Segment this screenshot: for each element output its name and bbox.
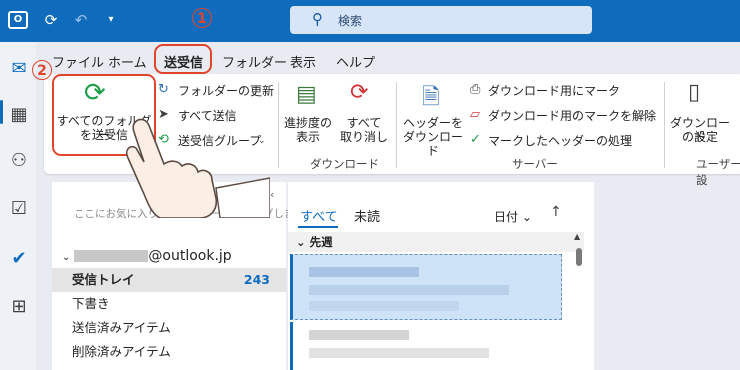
chevron-down-icon: ⌄ (640, 109, 648, 119)
ribbon-separator (278, 82, 279, 168)
search-placeholder: 検索 (338, 14, 363, 28)
pointing-hand-icon (125, 118, 270, 218)
process-marked-button[interactable]: マークしたヘッダーの処理 (488, 132, 632, 149)
folder-label: 下書き (72, 296, 110, 311)
tab-all[interactable]: すべて (300, 206, 338, 225)
folder-label: 受信トレイ (72, 272, 135, 287)
process-marked-icon: ✓ (470, 132, 481, 147)
scroll-up-icon[interactable]: ▲ (574, 232, 580, 241)
chevron-down-icon: ⌄ (62, 252, 71, 263)
unmark-download-icon: ▱ (470, 107, 480, 122)
folder-inbox[interactable]: 受信トレイ 243 (52, 268, 286, 292)
mail-icon[interactable]: ✉ (6, 56, 32, 82)
app-rail: ✉ ▦ ⚇ ☑ ✔ ⊞ (0, 42, 36, 370)
message-item-selected[interactable] (290, 254, 562, 320)
tab-home[interactable]: ホーム (108, 52, 147, 71)
customize-toolbar-icon[interactable]: ▾ (100, 9, 122, 31)
redacted-text (309, 330, 409, 340)
search-icon: ⚲ (312, 10, 323, 28)
show-progress-label-1[interactable]: 進捗度の (280, 116, 336, 130)
download-headers-label-2[interactable]: ダウンロード (400, 130, 466, 158)
tasks-icon[interactable]: ☑ (6, 196, 32, 222)
sync-icon[interactable]: ⟳ (40, 9, 62, 31)
download-settings-icon: ▯ (688, 80, 701, 105)
annotation-highlight-tab (154, 44, 212, 74)
redacted-text (309, 348, 489, 358)
account-email: @outlook.jp (148, 248, 232, 264)
tab-folder[interactable]: フォルダー (222, 52, 287, 71)
folder-label: 削除済みアイテム (72, 344, 171, 359)
sort-direction-icon[interactable]: ↑ (550, 204, 562, 220)
rail-active-indicator (0, 100, 3, 124)
group-header[interactable]: ⌄ 先週 (288, 232, 584, 252)
apps-icon[interactable]: ⊞ (6, 294, 32, 320)
update-folder-button[interactable]: フォルダーの更新 (178, 82, 274, 99)
redacted-text (309, 301, 459, 311)
outlook-app-icon: O (8, 11, 28, 29)
redacted-text (309, 267, 419, 277)
redacted-text (309, 285, 509, 295)
download-headers-icon: 🗎 (422, 85, 440, 110)
active-filter-indicator (298, 226, 338, 228)
folder-sent[interactable]: 送信済みアイテム (52, 316, 286, 340)
mark-download-button[interactable]: ダウンロード用にマーク (488, 82, 620, 99)
calendar-icon[interactable]: ▦ (6, 102, 32, 128)
ribbon-separator (664, 82, 665, 168)
progress-icon: ▤ (296, 82, 317, 107)
mark-download-icon: ⎙ (470, 82, 481, 97)
folder-drafts[interactable]: 下書き (52, 292, 286, 316)
collapse-pane-icon[interactable]: ‹ (270, 188, 274, 201)
sort-dropdown[interactable]: 日付 ⌄ (494, 208, 532, 225)
group-label: 先週 (309, 235, 333, 249)
user-settings-group-label: ユーザー設 (696, 157, 740, 187)
unmark-download-button[interactable]: ダウンロード用のマークを解除 (488, 107, 656, 124)
account-name-redacted (74, 250, 149, 262)
tab-help[interactable]: ヘルプ (336, 52, 375, 71)
ribbon-separator (396, 82, 397, 168)
folder-deleted[interactable]: 削除済みアイテム (52, 340, 286, 364)
search-box[interactable]: ⚲ 検索 (290, 6, 592, 34)
annotation-number-2: 2 (32, 60, 52, 80)
download-headers-label-1[interactable]: ヘッダーを (400, 116, 466, 130)
server-group-label: サーバー (512, 157, 558, 171)
show-progress-label-2[interactable]: 表示 (280, 130, 336, 144)
undo-icon[interactable]: ↶ (70, 9, 92, 31)
chevron-down-icon: ⌄ (622, 134, 630, 144)
message-item[interactable] (290, 322, 562, 370)
update-folder-icon: ↻ (158, 82, 169, 97)
title-bar: O ⟳ ↶ ▾ ⚲ 検索 (0, 0, 740, 42)
download-settings-label-2[interactable]: の設定 (668, 130, 732, 144)
account-header[interactable]: ⌄ @outlook.jp (62, 248, 232, 264)
scrollbar-thumb[interactable] (576, 248, 582, 266)
unread-count: 243 (243, 272, 270, 287)
chevron-down-icon: ⌄ (610, 84, 618, 94)
download-group-label: ダウンロード (310, 157, 379, 171)
ribbon-tabs: ファイル ホーム 送受信 フォルダー 表示 ヘルプ (36, 44, 740, 75)
message-list: すべて 未読 日付 ⌄ ↑ ⌄ 先週 ▲ (288, 182, 594, 370)
cancel-all-icon: ⟳ (350, 80, 369, 105)
tab-unread[interactable]: 未読 (354, 206, 380, 225)
todo-icon[interactable]: ✔ (6, 246, 32, 272)
folder-label: 送信済みアイテム (72, 320, 171, 335)
tab-file[interactable]: ファイル (52, 52, 104, 71)
annotation-number-1: 1 (192, 8, 212, 28)
tab-view[interactable]: 表示 (290, 52, 316, 71)
people-icon[interactable]: ⚇ (6, 148, 32, 174)
cancel-all-label-2[interactable]: 取り消し (338, 130, 390, 144)
sort-label: 日付 (494, 210, 519, 224)
cancel-all-label-1[interactable]: すべて (338, 116, 390, 130)
